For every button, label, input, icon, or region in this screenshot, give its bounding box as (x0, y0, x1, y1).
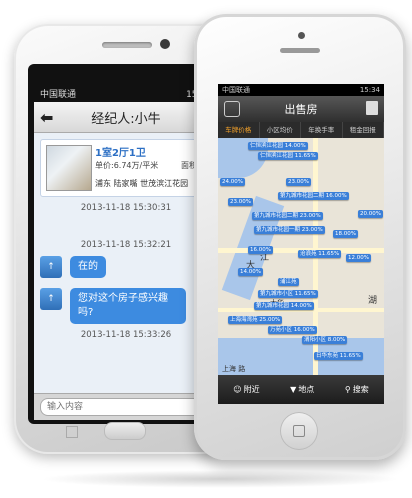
map-pin[interactable]: 浦江苑 (278, 278, 299, 286)
status-bar: 中国联通 15:34 (218, 84, 384, 96)
clock-label: 15:34 (359, 86, 380, 94)
map-pin[interactable]: 20.00% (358, 210, 383, 218)
map-view[interactable]: 大 江 大华 湖 上海 路 仁恒滨江花园 14.00% 仁恒滨江花园 11.65… (218, 138, 384, 375)
chat-screen: 中国联通 15:33 ⬅ 经纪人:小牛 1室2厅1卫 单价:6.74万/平米 面… (34, 88, 218, 420)
speaker-grille (102, 42, 152, 48)
map-pin[interactable]: 日华东苑 11.65% (314, 352, 363, 360)
map-pin[interactable]: 第九城市花园 14.00% (254, 302, 314, 310)
map-pin[interactable]: 渭阳小区 8.00% (302, 336, 348, 344)
person-icon: ☺ (233, 385, 242, 394)
tab-turnover[interactable]: 年换手率 (301, 122, 343, 138)
listing-unit-price: 单价:6.74万/平米 (95, 161, 159, 170)
search-button[interactable]: ⚲ 搜索 (345, 384, 369, 395)
front-camera (160, 39, 170, 49)
listing-thumbnail (46, 145, 92, 191)
page-title: 出售房 (284, 103, 318, 116)
carrier-label: 中国联通 (222, 86, 250, 94)
tab-price[interactable]: 车牌价格 (218, 122, 260, 138)
map-pin[interactable]: 仁恒滨江花园 11.65% (258, 152, 318, 160)
search-label: 搜索 (352, 385, 369, 394)
speaker-grille (280, 48, 320, 53)
floor-shadow (40, 470, 400, 488)
list-icon[interactable] (366, 101, 378, 115)
page-title: 经纪人:小牛 (91, 111, 161, 127)
incoming-bubble: 您对这个房子感兴趣吗? (70, 288, 186, 324)
home-button[interactable] (104, 422, 146, 440)
map-pin[interactable]: 14.00% (238, 268, 263, 276)
map-pin[interactable]: 16.00% (248, 246, 273, 254)
tab-avg-price[interactable]: 小区均价 (260, 122, 301, 138)
message-timestamp: 2013-11-18 15:32:21 (80, 240, 172, 250)
map-pin[interactable]: 第九城市花园二期 16.00% (278, 192, 349, 200)
incoming-message: ↑ 您对这个房子感兴趣吗? (40, 288, 212, 324)
listing-card[interactable]: 1室2厅1卫 单价:6.74万/平米 面积 浦东 陆家嘴 世茂滨江花园 (40, 139, 212, 197)
bottom-toolbar: ☺ 附近 ▼ 地点 ⚲ 搜索 (218, 375, 384, 404)
chat-header: ⬅ 经纪人:小牛 (34, 102, 218, 133)
point-label: 地点 (298, 385, 315, 394)
nearby-label: 附近 (243, 385, 260, 394)
search-icon: ⚲ (344, 385, 351, 394)
home-button[interactable] (280, 412, 318, 450)
map-pin[interactable]: 仁恒滨江花园 14.00% (248, 142, 308, 150)
locate-icon[interactable] (224, 101, 240, 117)
nearby-button[interactable]: ☺ 附近 (233, 384, 259, 395)
listing-address: 浦东 陆家嘴 世茂滨江花园 (95, 179, 189, 188)
map-pin[interactable]: 12.00% (346, 254, 371, 262)
agent-avatar: ↑ (40, 256, 62, 278)
map-pin[interactable]: 沧浪苑 11.65% (298, 250, 342, 258)
map-header: 出售房 (218, 96, 384, 122)
front-camera (298, 32, 305, 39)
message-timestamp: 2013-11-18 15:30:31 (80, 203, 172, 213)
front-phone: 中国联通 15:34 出售房 车牌价格 小区均价 年换手率 租金回报 大 江 大… (194, 14, 406, 460)
message-input[interactable] (40, 398, 204, 416)
message-timestamp: 2013-11-18 15:33:26 (80, 330, 172, 340)
map-pin[interactable]: 23.00% (286, 178, 311, 186)
map-pin[interactable]: 18.00% (333, 230, 358, 238)
message-input-bar (34, 393, 218, 420)
map-screen: 中国联通 15:34 出售房 车牌价格 小区均价 年换手率 租金回报 大 江 大… (218, 84, 384, 404)
map-pin[interactable]: 第九城市小区 11.65% (258, 290, 318, 298)
map-pin[interactable]: 万苑小区 16.00% (268, 326, 317, 334)
map-label: 上海 路 (222, 365, 246, 373)
right-message-row: 房 (34, 213, 218, 238)
map-label: 湖 (368, 296, 378, 306)
back-arrow-icon[interactable]: ⬅ (40, 108, 53, 127)
map-pin[interactable]: 第九城市花园一期 23.00% (254, 226, 325, 234)
tab-rent-return[interactable]: 租金回报 (343, 122, 384, 138)
map-pin[interactable]: 上海海湾苑 25.00% (228, 316, 283, 324)
status-bar: 中国联通 15:33 (34, 88, 218, 102)
listing-title: 1室2厅1卫 (95, 148, 146, 159)
map-pin[interactable]: 23.00% (228, 198, 253, 206)
incoming-bubble: 在的 (70, 256, 106, 278)
carrier-label: 中国联通 (40, 90, 77, 100)
filter-tabs: 车牌价格 小区均价 年换手率 租金回报 (218, 122, 384, 138)
map-pin[interactable]: 第九城市花园二期 23.00% (252, 212, 323, 220)
point-button[interactable]: ▼ 地点 (290, 384, 314, 395)
menu-button[interactable] (66, 426, 78, 438)
map-pin-icon: ▼ (290, 385, 297, 394)
incoming-message: ↑ 在的 (40, 256, 212, 278)
agent-avatar: ↑ (40, 288, 62, 310)
map-pin[interactable]: 24.00% (220, 178, 245, 186)
